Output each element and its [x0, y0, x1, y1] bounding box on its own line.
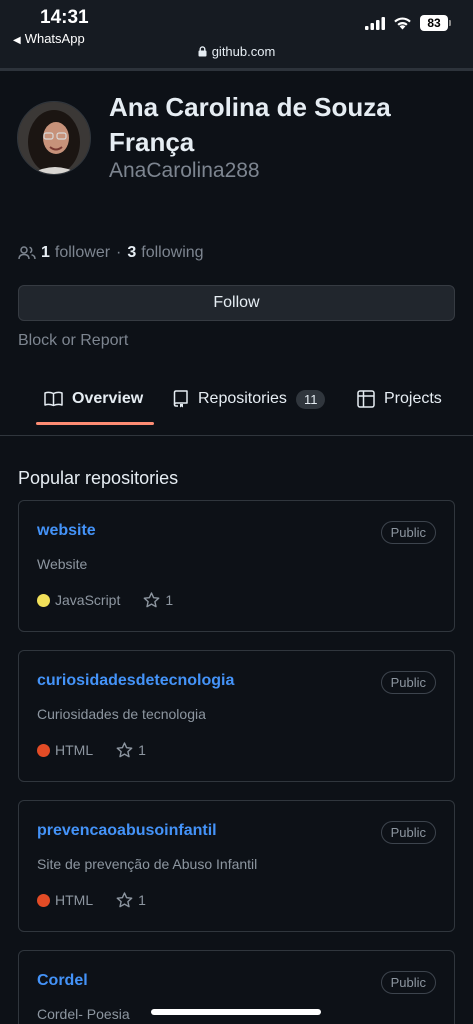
avatar-image — [18, 102, 90, 174]
repo-card: curiosidadesdetecnologia Public Curiosid… — [18, 650, 455, 782]
avatar[interactable] — [17, 101, 91, 175]
followers-count: 1 — [41, 244, 50, 261]
repositories-count-badge: 11 — [295, 389, 326, 409]
following-count: 3 — [127, 244, 137, 261]
repo-name-link[interactable]: prevencaoabusoinfantil — [37, 822, 217, 840]
visibility-badge: Public — [380, 521, 436, 544]
repo-meta: JavaScript 1 — [37, 592, 173, 608]
repo-description: Site de prevenção de Abuso Infantil — [37, 856, 258, 872]
address-bar[interactable]: github.com — [0, 44, 473, 59]
repo-language: JavaScript — [55, 592, 121, 608]
follow-stats: 1 follower · 3 following — [18, 244, 204, 262]
active-tab-indicator — [36, 422, 154, 425]
lock-icon — [198, 46, 207, 57]
stargazers-link[interactable]: 1 — [116, 892, 146, 908]
repo-card: prevencaoabusoinfantil Public Site de pr… — [18, 800, 455, 932]
url-text: github.com — [211, 44, 276, 59]
repo-name-link[interactable]: curiosidadesdetecnologia — [37, 672, 234, 690]
repo-description: Cordel- Poesia — [37, 1006, 130, 1022]
status-bar: 14:31 ◀ WhatsApp 83 github.com — [0, 0, 473, 70]
tab-repositories[interactable]: Repositories 11 — [173, 376, 326, 422]
following-link[interactable]: 3 following — [127, 244, 203, 262]
repo-name-link[interactable]: website — [37, 522, 96, 540]
followers-link[interactable]: 1 follower — [41, 244, 110, 262]
star-count: 1 — [138, 892, 146, 908]
repo-meta: HTML 1 — [37, 742, 146, 758]
star-icon — [116, 892, 133, 908]
follow-button[interactable]: Follow — [18, 285, 455, 321]
repo-language: HTML — [55, 742, 94, 758]
repo-meta: HTML 1 — [37, 892, 146, 908]
repo-icon — [173, 390, 188, 408]
popular-repositories-heading: Popular repositories — [18, 468, 179, 488]
tab-overview-label: Overview — [72, 390, 144, 407]
profile-name: Ana Carolina de Souza França — [109, 92, 391, 157]
system-icons: 83 — [365, 15, 451, 31]
star-icon — [116, 742, 133, 758]
language-color-dot — [37, 743, 50, 757]
tab-projects-label: Projects — [384, 390, 442, 407]
language-color-dot — [37, 893, 50, 907]
following-label: following — [141, 244, 204, 261]
home-indicator[interactable] — [151, 1009, 321, 1015]
language-color-dot — [37, 593, 50, 607]
tab-overview[interactable]: Overview — [44, 376, 143, 422]
separator-dot: · — [116, 244, 122, 261]
block-or-report-link[interactable]: Block or Report — [18, 332, 128, 350]
visibility-badge: Public — [380, 671, 436, 694]
repo-card: website Public Website JavaScript 1 — [18, 500, 455, 632]
repo-description: Curiosidades de tecnologia — [37, 706, 206, 722]
repo-description: Website — [37, 556, 88, 572]
stargazers-link[interactable]: 1 — [116, 742, 146, 758]
people-icon — [18, 246, 36, 260]
clock: 14:31 — [40, 7, 89, 28]
table-icon — [357, 390, 375, 408]
repo-language: HTML — [55, 892, 94, 908]
wifi-icon — [394, 17, 411, 30]
stargazers-link[interactable]: 1 — [143, 592, 173, 608]
repo-name-link[interactable]: Cordel — [37, 972, 88, 990]
star-count: 1 — [138, 742, 146, 758]
header-divider — [0, 68, 473, 71]
visibility-badge: Public — [380, 971, 436, 994]
tab-projects[interactable]: Projects — [357, 376, 442, 422]
visibility-badge: Public — [380, 821, 436, 844]
profile-username: AnaCarolina288 — [109, 159, 260, 182]
battery-level: 83 — [420, 15, 448, 31]
star-count: 1 — [165, 592, 174, 608]
battery-icon: 83 — [420, 15, 451, 31]
star-icon — [143, 592, 160, 608]
followers-label: follower — [54, 244, 111, 261]
cellular-signal-icon — [365, 16, 385, 30]
tab-repositories-label: Repositories — [198, 390, 287, 407]
profile-tabs: Overview Repositories 11 Projects — [0, 376, 473, 436]
book-icon — [44, 391, 63, 407]
